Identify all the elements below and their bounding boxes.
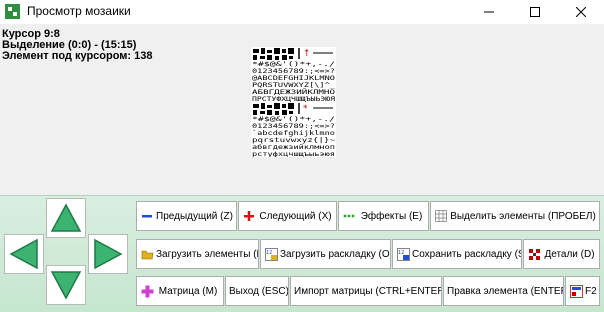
arrow-left-icon xyxy=(9,238,38,270)
next-button-label: Следующий (X) xyxy=(259,210,332,222)
next-button[interactable]: Следующий (X) xyxy=(238,201,337,231)
import-matrix-button-label: Импорт матрицы (CTRL+ENTER) xyxy=(294,285,442,297)
grid-icon xyxy=(434,209,448,223)
save-layout-button[interactable]: 12 Сохранить раскладку (S) xyxy=(392,239,522,269)
load-elements-button-label: Загрузить элементы (L) xyxy=(156,248,259,260)
f2-button[interactable]: F2 xyxy=(565,276,600,306)
close-icon xyxy=(576,7,586,17)
minimize-button[interactable] xyxy=(466,0,512,24)
edit-element-button[interactable]: Правка элемента (ENTER) xyxy=(443,276,564,306)
edit-element-button-label: Правка элемента (ENTER) xyxy=(447,285,564,297)
save-layout-button-label: Сохранить раскладку (S) xyxy=(412,248,522,260)
folder-icon xyxy=(140,247,154,261)
mosaic-row: рстуфхцчшщъыьэюя xyxy=(252,150,335,157)
exit-button[interactable]: Выход (ESC) xyxy=(225,276,289,306)
effects-button-label: Эффекты (E) xyxy=(360,210,423,222)
close-button[interactable] xyxy=(558,0,604,24)
details-button-label: Детали (D) xyxy=(544,248,595,260)
effects-button[interactable]: Эффекты (E) xyxy=(338,201,429,231)
load-layout-button[interactable]: 12 Загрузить раскладку (O) xyxy=(260,239,391,269)
load-elements-button[interactable]: Загрузить элементы (L) xyxy=(136,239,259,269)
matrix-button-label: Матрица (M) xyxy=(158,285,218,297)
exit-button-label: Выход (ESC) xyxy=(229,285,289,297)
f2-icon xyxy=(569,284,583,298)
svg-text:*: * xyxy=(303,104,308,114)
import-matrix-button[interactable]: Импорт матрицы (CTRL+ENTER) xyxy=(290,276,442,306)
arrow-down-icon xyxy=(50,271,82,300)
svg-text:↑: ↑ xyxy=(303,49,311,59)
minimize-icon xyxy=(484,11,494,13)
mosaic-row: ПРСТУФХЦЧШЩЪЫЬЭЮЯ xyxy=(252,95,335,103)
select-elements-button[interactable]: Выделить элементы (ПРОБЕЛ) xyxy=(430,201,600,231)
app-icon xyxy=(5,4,20,19)
load-layout-icon: 12 xyxy=(264,247,278,261)
previous-button-label: Предыдущий (Z) xyxy=(156,210,233,222)
mosaic-viewer-window: Просмотр мозаики Курсор 9:8 Выделение (0… xyxy=(0,0,604,312)
details-icon xyxy=(527,247,541,261)
element-under-cursor-label: Элемент под курсором: 138 xyxy=(2,50,153,62)
dots-icon xyxy=(342,209,356,223)
details-button[interactable]: Детали (D) xyxy=(523,239,600,269)
arrow-down-button[interactable] xyxy=(46,265,86,305)
previous-button[interactable]: Предыдущий (Z) xyxy=(136,201,237,231)
arrow-right-icon xyxy=(94,238,123,270)
save-layout-icon: 12 xyxy=(396,247,410,261)
f2-button-label: F2 xyxy=(585,285,597,297)
arrow-left-button[interactable] xyxy=(4,234,44,274)
title-bar: Просмотр мозаики xyxy=(0,0,604,24)
arrow-right-button[interactable] xyxy=(88,234,128,274)
mosaic-canvas[interactable]: *#$@&'()*+,-./0123456789:;<=>?@ABCDEFGHI… xyxy=(251,47,336,157)
minus-icon xyxy=(140,209,154,223)
maximize-button[interactable] xyxy=(512,0,558,24)
maximize-icon xyxy=(530,7,540,17)
matrix-icon xyxy=(140,284,154,298)
load-layout-button-label: Загрузить раскладку (O) xyxy=(280,248,391,260)
arrow-up-button[interactable] xyxy=(46,198,86,238)
plus-icon xyxy=(242,209,256,223)
window-title: Просмотр мозаики xyxy=(27,4,131,18)
select-elements-button-label: Выделить элементы (ПРОБЕЛ) xyxy=(450,210,596,222)
matrix-button[interactable]: Матрица (M) xyxy=(136,276,224,306)
arrow-up-icon xyxy=(50,203,82,232)
